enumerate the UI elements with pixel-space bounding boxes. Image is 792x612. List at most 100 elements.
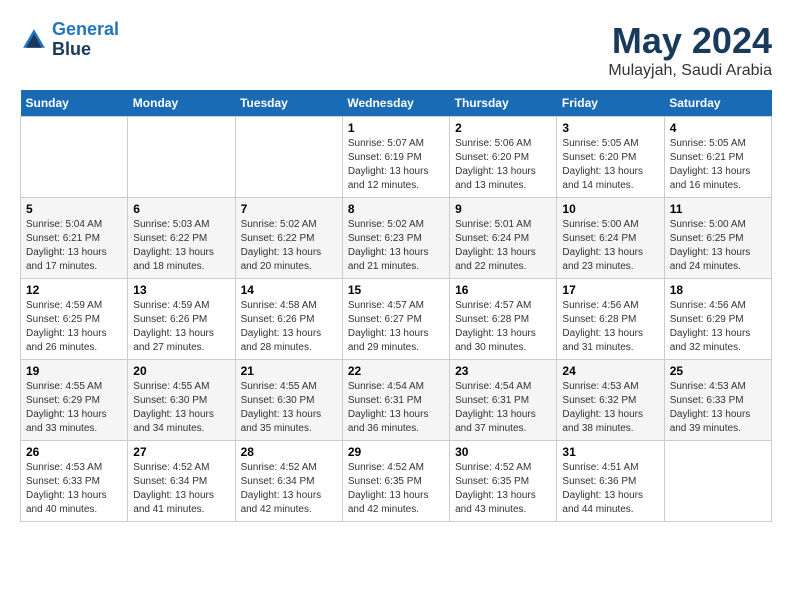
- calendar-day-cell: 1 Sunrise: 5:07 AM Sunset: 6:19 PM Daylig…: [342, 117, 449, 198]
- day-number: 23: [455, 364, 551, 378]
- day-number: 26: [26, 445, 122, 459]
- calendar-week-row: 12 Sunrise: 4:59 AM Sunset: 6:25 PM Dayli…: [21, 279, 772, 360]
- calendar-day-cell: [664, 441, 771, 522]
- calendar-day-cell: 6Sunrise: 5:03 AM Sunset: 6:22 PM Daylig…: [128, 198, 235, 279]
- calendar-day-cell: 23 Sunrise: 4:54 AM Sunset: 6:31 PM Dayli…: [450, 360, 557, 441]
- day-info: Sunrise: 4:55 AM Sunset: 6:30 PM Dayligh…: [241, 380, 337, 436]
- day-number: 31: [562, 445, 658, 459]
- sub-title: Mulayjah, Saudi Arabia: [608, 62, 772, 80]
- day-info: Sunrise: 4:55 AM Sunset: 6:30 PM Dayligh…: [133, 380, 229, 436]
- calendar-week-row: 26 Sunrise: 4:53 AM Sunset: 6:33 PM Dayli…: [21, 441, 772, 522]
- calendar-day-cell: 25 Sunrise: 4:53 AM Sunset: 6:33 PM Dayli…: [664, 360, 771, 441]
- calendar-day-cell: 28Sunrise: 4:52 AM Sunset: 6:34 PM Dayli…: [235, 441, 342, 522]
- day-number: 12: [26, 283, 122, 297]
- day-info: Sunrise: 5:05 AM Sunset: 6:20 PM Dayligh…: [562, 137, 658, 193]
- day-info: Sunrise: 4:57 AM Sunset: 6:28 PM Dayligh…: [455, 299, 551, 355]
- day-number: 17: [562, 283, 658, 297]
- day-number: 16: [455, 283, 551, 297]
- day-info: Sunrise: 4:56 AM Sunset: 6:29 PM Dayligh…: [670, 299, 766, 355]
- calendar-day-cell: 13 Sunrise: 4:59 AM Sunset: 6:26 PM Dayli…: [128, 279, 235, 360]
- calendar-day-cell: 17 Sunrise: 4:56 AM Sunset: 6:28 PM Dayli…: [557, 279, 664, 360]
- calendar-day-cell: 15Sunrise: 4:57 AM Sunset: 6:27 PM Dayli…: [342, 279, 449, 360]
- day-number: 8: [348, 202, 444, 216]
- day-info: Sunrise: 4:56 AM Sunset: 6:28 PM Dayligh…: [562, 299, 658, 355]
- calendar-day-cell: 21 Sunrise: 4:55 AM Sunset: 6:30 PM Dayli…: [235, 360, 342, 441]
- day-number: 14: [241, 283, 337, 297]
- day-info: Sunrise: 5:00 AM Sunset: 6:25 PM Dayligh…: [670, 218, 766, 274]
- weekday-header-cell: Friday: [557, 90, 664, 117]
- day-info: Sunrise: 4:58 AM Sunset: 6:26 PM Dayligh…: [241, 299, 337, 355]
- day-number: 27: [133, 445, 229, 459]
- calendar-day-cell: 3 Sunrise: 5:05 AM Sunset: 6:20 PM Daylig…: [557, 117, 664, 198]
- day-number: 18: [670, 283, 766, 297]
- calendar-week-row: 1 Sunrise: 5:07 AM Sunset: 6:19 PM Daylig…: [21, 117, 772, 198]
- calendar-day-cell: [128, 117, 235, 198]
- day-info: Sunrise: 5:02 AM Sunset: 6:22 PM Dayligh…: [241, 218, 337, 274]
- day-info: Sunrise: 4:59 AM Sunset: 6:26 PM Dayligh…: [133, 299, 229, 355]
- day-info: Sunrise: 5:04 AM Sunset: 6:21 PM Dayligh…: [26, 218, 122, 274]
- day-number: 4: [670, 121, 766, 135]
- logo: General Blue: [20, 20, 119, 60]
- day-number: 11: [670, 202, 766, 216]
- day-info: Sunrise: 4:52 AM Sunset: 6:35 PM Dayligh…: [455, 461, 551, 517]
- day-number: 21: [241, 364, 337, 378]
- day-number: 29: [348, 445, 444, 459]
- weekday-header-cell: Saturday: [664, 90, 771, 117]
- calendar-day-cell: 12 Sunrise: 4:59 AM Sunset: 6:25 PM Dayli…: [21, 279, 128, 360]
- day-info: Sunrise: 4:53 AM Sunset: 6:33 PM Dayligh…: [26, 461, 122, 517]
- calendar-week-row: 19 Sunrise: 4:55 AM Sunset: 6:29 PM Dayli…: [21, 360, 772, 441]
- calendar-day-cell: 27Sunrise: 4:52 AM Sunset: 6:34 PM Dayli…: [128, 441, 235, 522]
- calendar-day-cell: 7Sunrise: 5:02 AM Sunset: 6:22 PM Daylig…: [235, 198, 342, 279]
- logo-text: General Blue: [52, 20, 119, 60]
- calendar-table: SundayMondayTuesdayWednesdayThursdayFrid…: [20, 90, 772, 522]
- day-number: 13: [133, 283, 229, 297]
- calendar-day-cell: 26 Sunrise: 4:53 AM Sunset: 6:33 PM Dayli…: [21, 441, 128, 522]
- day-info: Sunrise: 4:52 AM Sunset: 6:35 PM Dayligh…: [348, 461, 444, 517]
- day-number: 30: [455, 445, 551, 459]
- day-info: Sunrise: 5:05 AM Sunset: 6:21 PM Dayligh…: [670, 137, 766, 193]
- calendar-day-cell: 19 Sunrise: 4:55 AM Sunset: 6:29 PM Dayli…: [21, 360, 128, 441]
- day-number: 1: [348, 121, 444, 135]
- weekday-header-cell: Tuesday: [235, 90, 342, 117]
- calendar-day-cell: 30 Sunrise: 4:52 AM Sunset: 6:35 PM Dayli…: [450, 441, 557, 522]
- day-number: 19: [26, 364, 122, 378]
- calendar-day-cell: 10Sunrise: 5:00 AM Sunset: 6:24 PM Dayli…: [557, 198, 664, 279]
- weekday-header-cell: Thursday: [450, 90, 557, 117]
- calendar-day-cell: 24 Sunrise: 4:53 AM Sunset: 6:32 PM Dayli…: [557, 360, 664, 441]
- day-number: 25: [670, 364, 766, 378]
- calendar-day-cell: 20 Sunrise: 4:55 AM Sunset: 6:30 PM Dayli…: [128, 360, 235, 441]
- day-info: Sunrise: 4:59 AM Sunset: 6:25 PM Dayligh…: [26, 299, 122, 355]
- weekday-header-cell: Wednesday: [342, 90, 449, 117]
- day-number: 9: [455, 202, 551, 216]
- weekday-header-row: SundayMondayTuesdayWednesdayThursdayFrid…: [21, 90, 772, 117]
- calendar-day-cell: [21, 117, 128, 198]
- calendar-day-cell: 29 Sunrise: 4:52 AM Sunset: 6:35 PM Dayli…: [342, 441, 449, 522]
- calendar-day-cell: 16 Sunrise: 4:57 AM Sunset: 6:28 PM Dayli…: [450, 279, 557, 360]
- day-number: 20: [133, 364, 229, 378]
- weekday-header-cell: Monday: [128, 90, 235, 117]
- calendar-day-cell: 22 Sunrise: 4:54 AM Sunset: 6:31 PM Dayli…: [342, 360, 449, 441]
- day-info: Sunrise: 5:01 AM Sunset: 6:24 PM Dayligh…: [455, 218, 551, 274]
- day-number: 24: [562, 364, 658, 378]
- calendar-day-cell: 4 Sunrise: 5:05 AM Sunset: 6:21 PM Daylig…: [664, 117, 771, 198]
- calendar-day-cell: [235, 117, 342, 198]
- calendar-body: 1 Sunrise: 5:07 AM Sunset: 6:19 PM Daylig…: [21, 117, 772, 522]
- day-number: 6: [133, 202, 229, 216]
- calendar-day-cell: 8Sunrise: 5:02 AM Sunset: 6:23 PM Daylig…: [342, 198, 449, 279]
- day-info: Sunrise: 5:07 AM Sunset: 6:19 PM Dayligh…: [348, 137, 444, 193]
- day-info: Sunrise: 4:54 AM Sunset: 6:31 PM Dayligh…: [348, 380, 444, 436]
- day-info: Sunrise: 5:06 AM Sunset: 6:20 PM Dayligh…: [455, 137, 551, 193]
- calendar-day-cell: 18 Sunrise: 4:56 AM Sunset: 6:29 PM Dayli…: [664, 279, 771, 360]
- weekday-header-cell: Sunday: [21, 90, 128, 117]
- calendar-day-cell: 9 Sunrise: 5:01 AM Sunset: 6:24 PM Daylig…: [450, 198, 557, 279]
- title-block: May 2024 Mulayjah, Saudi Arabia: [608, 20, 772, 80]
- day-info: Sunrise: 4:54 AM Sunset: 6:31 PM Dayligh…: [455, 380, 551, 436]
- day-info: Sunrise: 4:55 AM Sunset: 6:29 PM Dayligh…: [26, 380, 122, 436]
- day-number: 3: [562, 121, 658, 135]
- day-info: Sunrise: 4:57 AM Sunset: 6:27 PM Dayligh…: [348, 299, 444, 355]
- day-info: Sunrise: 4:53 AM Sunset: 6:32 PM Dayligh…: [562, 380, 658, 436]
- day-info: Sunrise: 4:53 AM Sunset: 6:33 PM Dayligh…: [670, 380, 766, 436]
- day-number: 22: [348, 364, 444, 378]
- calendar-day-cell: 5Sunrise: 5:04 AM Sunset: 6:21 PM Daylig…: [21, 198, 128, 279]
- day-number: 2: [455, 121, 551, 135]
